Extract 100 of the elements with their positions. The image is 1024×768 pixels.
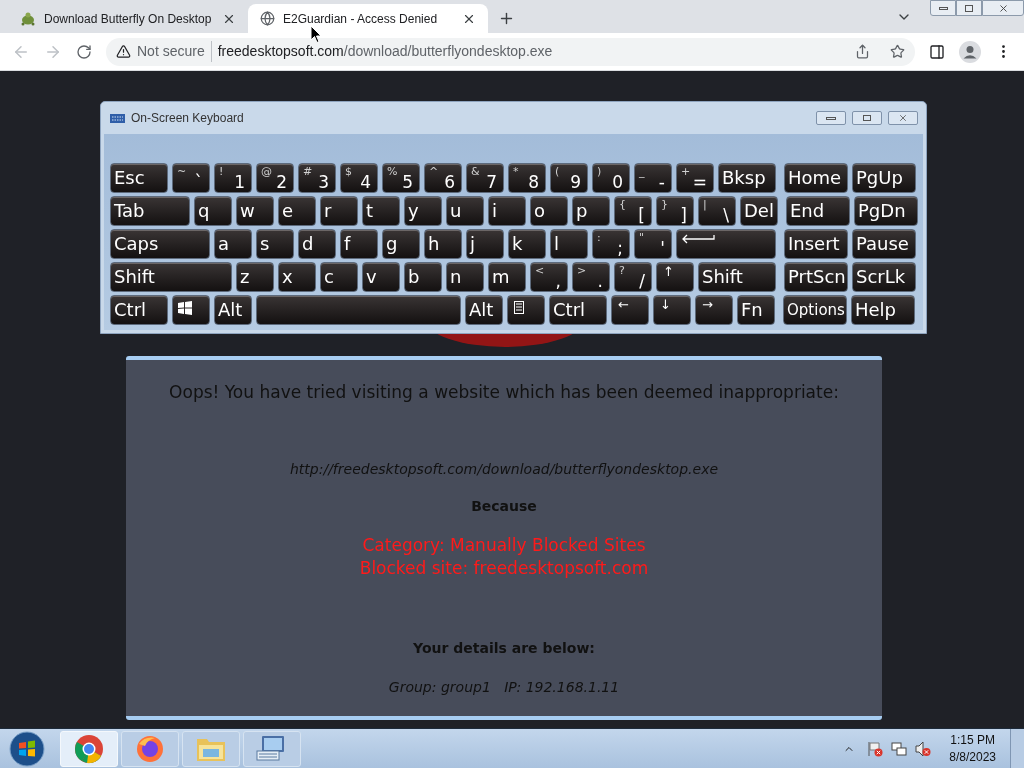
key[interactable]: PgUp bbox=[852, 163, 916, 193]
browser-tab[interactable]: Download Butterfly On Desktop bbox=[8, 4, 248, 33]
key[interactable]: w bbox=[236, 196, 274, 226]
key[interactable]: Bksp bbox=[718, 163, 776, 193]
key[interactable]: ! 1 bbox=[214, 163, 252, 193]
key[interactable]: r bbox=[320, 196, 358, 226]
close-button[interactable] bbox=[888, 111, 918, 125]
key[interactable]: : ; bbox=[592, 229, 630, 259]
key[interactable]: Ctrl bbox=[110, 295, 168, 325]
key[interactable]: | \ bbox=[698, 196, 736, 226]
key[interactable]: p bbox=[572, 196, 610, 226]
key[interactable]: Alt bbox=[465, 295, 503, 325]
key[interactable]: " ' bbox=[634, 229, 672, 259]
key[interactable]: ? / bbox=[614, 262, 652, 292]
bookmark-star-icon[interactable] bbox=[890, 44, 905, 59]
key[interactable]: k bbox=[508, 229, 546, 259]
key[interactable]: ~ ` bbox=[172, 163, 210, 193]
key[interactable]: Home bbox=[784, 163, 848, 193]
minimize-button[interactable] bbox=[816, 111, 846, 125]
key[interactable]: l bbox=[550, 229, 588, 259]
browser-tab[interactable]: E2Guardian - Access Denied bbox=[248, 4, 488, 33]
key[interactable]: u bbox=[446, 196, 484, 226]
key[interactable]: n bbox=[446, 262, 484, 292]
key[interactable]: Fn bbox=[737, 295, 775, 325]
key[interactable]: ← bbox=[611, 295, 649, 325]
space-key[interactable] bbox=[256, 295, 461, 325]
key[interactable]: * 8 bbox=[508, 163, 546, 193]
key[interactable]: z bbox=[236, 262, 274, 292]
taskbar-app-button[interactable] bbox=[121, 730, 179, 767]
key[interactable]: y bbox=[404, 196, 442, 226]
show-desktop-button[interactable] bbox=[1010, 728, 1024, 768]
key[interactable]: ↑ bbox=[656, 262, 694, 292]
restore-button[interactable] bbox=[956, 0, 982, 16]
key[interactable]: d bbox=[298, 229, 336, 259]
key[interactable]: ^ 6 bbox=[424, 163, 462, 193]
key[interactable]: b bbox=[404, 262, 442, 292]
key[interactable]: j bbox=[466, 229, 504, 259]
key[interactable]: < , bbox=[530, 262, 568, 292]
key[interactable]: t bbox=[362, 196, 400, 226]
menu-key[interactable] bbox=[507, 295, 545, 325]
reload-icon[interactable] bbox=[76, 43, 92, 60]
key[interactable]: Pause bbox=[852, 229, 916, 259]
restore-button[interactable] bbox=[852, 111, 882, 125]
enter-key[interactable] bbox=[676, 229, 776, 259]
key[interactable]: e bbox=[278, 196, 316, 226]
key[interactable]: Alt bbox=[214, 295, 252, 325]
taskbar-app-button[interactable] bbox=[243, 730, 301, 767]
key[interactable]: += bbox=[676, 163, 714, 193]
key[interactable]: _ - bbox=[634, 163, 672, 193]
key[interactable]: q bbox=[194, 196, 232, 226]
key[interactable]: ( 9 bbox=[550, 163, 588, 193]
key[interactable]: # 3 bbox=[298, 163, 336, 193]
side-panel-icon[interactable] bbox=[929, 43, 945, 60]
key[interactable]: h bbox=[424, 229, 462, 259]
minimize-button[interactable] bbox=[930, 0, 956, 16]
muted-speaker-icon[interactable] bbox=[915, 740, 932, 757]
key[interactable]: $ 4 bbox=[340, 163, 378, 193]
key[interactable]: Options bbox=[783, 295, 847, 325]
key[interactable]: { [ bbox=[614, 196, 652, 226]
key[interactable]: % 5 bbox=[382, 163, 420, 193]
share-icon[interactable] bbox=[855, 44, 870, 59]
address-bar[interactable]: Not secure freedesktopsoft.com/download/butterflyondesktop.exe bbox=[106, 37, 915, 66]
key[interactable]: ) 0 bbox=[592, 163, 630, 193]
key[interactable]: End bbox=[786, 196, 850, 226]
key[interactable]: ScrLk bbox=[852, 262, 916, 292]
key[interactable]: @ 2 bbox=[256, 163, 294, 193]
flag-warning-icon[interactable] bbox=[867, 740, 884, 757]
key[interactable]: Caps bbox=[110, 229, 210, 259]
new-tab-icon[interactable] bbox=[498, 10, 515, 27]
key[interactable]: m bbox=[488, 262, 526, 292]
key[interactable]: c bbox=[320, 262, 358, 292]
turtle-icon bbox=[20, 10, 36, 27]
key[interactable]: PrtScn bbox=[784, 262, 848, 292]
start-orb-icon[interactable] bbox=[8, 729, 46, 768]
key[interactable]: x bbox=[278, 262, 316, 292]
key[interactable]: & 7 bbox=[466, 163, 504, 193]
key[interactable]: Shift bbox=[698, 262, 776, 292]
block-reason: Category: Manually Blocked Sites bbox=[362, 533, 646, 557]
key[interactable]: f bbox=[340, 229, 378, 259]
key[interactable]: Ctrl bbox=[549, 295, 607, 325]
key[interactable]: s bbox=[256, 229, 294, 259]
key[interactable]: Esc bbox=[110, 163, 168, 193]
key[interactable]: g bbox=[382, 229, 420, 259]
key[interactable]: i bbox=[488, 196, 526, 226]
key[interactable]: Shift bbox=[110, 262, 232, 292]
key[interactable]: Insert bbox=[784, 229, 848, 259]
key[interactable]: Tab bbox=[110, 196, 190, 226]
key[interactable]: v bbox=[362, 262, 400, 292]
network-icon[interactable] bbox=[891, 740, 908, 757]
key[interactable]: o bbox=[530, 196, 568, 226]
windows-key[interactable] bbox=[172, 295, 210, 325]
key[interactable]: Del bbox=[740, 196, 778, 226]
key[interactable]: ↓ bbox=[653, 295, 691, 325]
profile-avatar-icon[interactable] bbox=[959, 40, 981, 63]
key[interactable]: } ] bbox=[656, 196, 694, 226]
key[interactable]: Help bbox=[851, 295, 915, 325]
key[interactable]: → bbox=[695, 295, 733, 325]
key[interactable]: > . bbox=[572, 262, 610, 292]
key[interactable]: a bbox=[214, 229, 252, 259]
key[interactable]: PgDn bbox=[854, 196, 918, 226]
